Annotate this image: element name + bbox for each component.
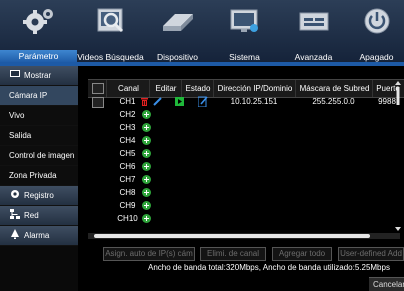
sidebar-item-alarma[interactable]: Alarma [0,226,78,246]
menu-apagado[interactable]: Apagado [349,0,404,62]
add-channel-icon[interactable] [142,214,151,223]
add-channel-icon[interactable] [142,110,151,119]
sidebar-item-label: Zona Privada [9,171,57,180]
subnet-mask: 255.255.0.0 [312,97,355,106]
add-channel-icon[interactable] [142,201,151,210]
video-search-icon [97,8,123,33]
sidebar-item-label: Control de imagen [9,151,75,160]
monitor-icon [230,9,258,32]
add-channel-icon[interactable] [142,162,151,171]
sidebar-item-mostrar[interactable]: Mostrar [0,66,78,86]
sidebar-item-label: Salida [9,131,32,140]
menu-videos-busqueda[interactable]: Videos Búsqueda [77,0,144,62]
sidebar-item-label: Alarma [24,231,50,240]
table-row[interactable]: CH7 [88,173,404,186]
sidebar-item-red[interactable]: Red [0,206,78,226]
hard-disk-icon [162,14,193,31]
menu-sistema-label: Sistema [229,52,260,62]
table-row[interactable]: CH8 [88,186,404,199]
add-channel-icon[interactable] [142,188,151,197]
table-row[interactable]: CH6 [88,160,404,173]
sidebar-item-camara-ip[interactable]: Cámara IP [0,86,78,106]
ip-address: 10.10.25.151 [230,97,278,106]
record-gear-icon [11,190,19,198]
row-checkbox[interactable] [92,97,104,108]
table-row[interactable]: CH4 [88,134,404,147]
sidebar-item-label: Red [24,211,39,220]
horizontal-scrollbar[interactable] [88,233,400,239]
network-icon [10,209,20,219]
add-channel-icon[interactable] [142,149,151,158]
table-row[interactable]: CH2 [88,108,404,121]
alarm-icon [11,229,19,239]
sidebar-item-vivo[interactable]: Vivo [0,106,78,126]
bandwidth-status: Ancho de banda total:320Mbps, Ancho de b… [148,263,390,272]
display-icon [10,70,20,77]
table-row[interactable]: CH3 [88,121,404,134]
edit-pencil-icon[interactable] [153,97,162,106]
sidebar-item-zona-privada[interactable]: Zona Privada [0,166,78,186]
add-channel-icon[interactable] [142,136,151,145]
vertical-scrollbar[interactable] [394,80,402,232]
menu-dispositivo-label: Dispositivo [156,52,199,62]
add-all-button[interactable]: Agregar todo [272,247,332,261]
table-row[interactable]: CH10 [88,212,404,225]
user-defined-add-button[interactable]: User-defined Add [338,247,404,261]
menu-videos-busqueda-label: Videos Búsqueda [77,52,144,62]
menu-dispositivo[interactable]: Dispositivo [144,0,211,62]
sidebar-item-registro[interactable]: Registro [0,186,78,206]
menu-sistema[interactable]: Sistema [211,0,278,62]
delete-icon[interactable] [140,97,149,106]
auto-assign-ip-button[interactable]: Asign. auto de IP(s) cám [103,247,195,261]
status-play-icon [175,97,184,106]
sidebar: Mostrar Cámara IP Vivo Salida Control de… [0,66,78,291]
advanced-tools-icon [299,12,328,31]
cancel-button[interactable]: Cancelar [369,277,404,291]
edit-settings-icon[interactable] [198,96,208,107]
select-all-checkbox[interactable] [92,83,104,94]
sidebar-item-label: Mostrar [24,71,52,80]
table-row[interactable]: CH5 [88,147,404,160]
sidebar-item-salida[interactable]: Salida [0,126,78,146]
delete-channel-button[interactable]: Elimi. de canal [200,247,266,261]
table-row[interactable]: CH9 [88,199,404,212]
sidebar-item-label: Registro [24,191,54,200]
sidebar-item-control-imagen[interactable]: Control de imagen [0,146,78,166]
table-row[interactable]: CH1 10.10.25.151 255.255.0.0 9988 [88,95,404,108]
menu-apagado-label: Apagado [359,52,394,62]
gears-icon [22,9,53,34]
horizontal-scroll-thumb[interactable] [94,234,370,238]
menu-avanzada[interactable]: Avanzada [278,0,349,62]
sidebar-item-label: Vivo [9,111,25,120]
top-menu-bar: Parámetro Videos Búsqueda Dispositivo Si… [0,0,404,63]
add-channel-icon[interactable] [142,123,151,132]
menu-avanzada-label: Avanzada [294,52,333,62]
sidebar-item-label: Cámara IP [9,91,48,100]
power-icon [364,8,389,34]
add-channel-icon[interactable] [142,175,151,184]
menu-parametro[interactable]: Parámetro [0,0,77,63]
